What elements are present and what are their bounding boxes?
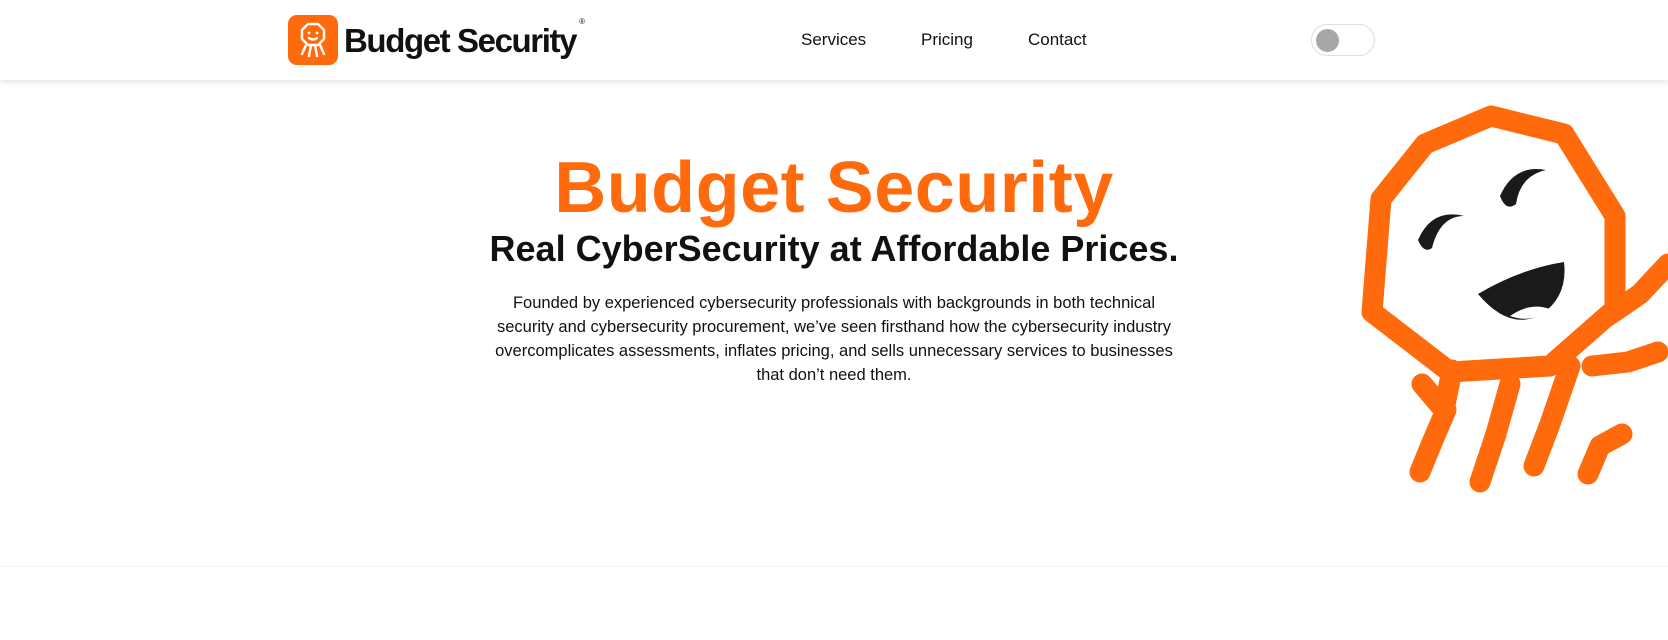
- toggle-knob: [1316, 29, 1339, 52]
- next-section-strip: [0, 566, 1668, 640]
- nav-link-pricing[interactable]: Pricing: [921, 28, 973, 52]
- hero-description: Founded by experienced cybersecurity pro…: [495, 294, 1173, 384]
- hero-section: Budget Security Real CyberSecurity at Af…: [0, 80, 1668, 566]
- nav-link-contact[interactable]: Contact: [1028, 28, 1087, 52]
- registered-mark: ®: [579, 16, 586, 26]
- nav-link-services[interactable]: Services: [801, 28, 866, 52]
- site-header: Budget Security ® Services Pricing Conta…: [0, 0, 1668, 80]
- main-nav: Services Pricing Contact: [0, 28, 1668, 52]
- theme-toggle[interactable]: [1311, 24, 1375, 56]
- octopus-mascot-icon: [1360, 104, 1668, 514]
